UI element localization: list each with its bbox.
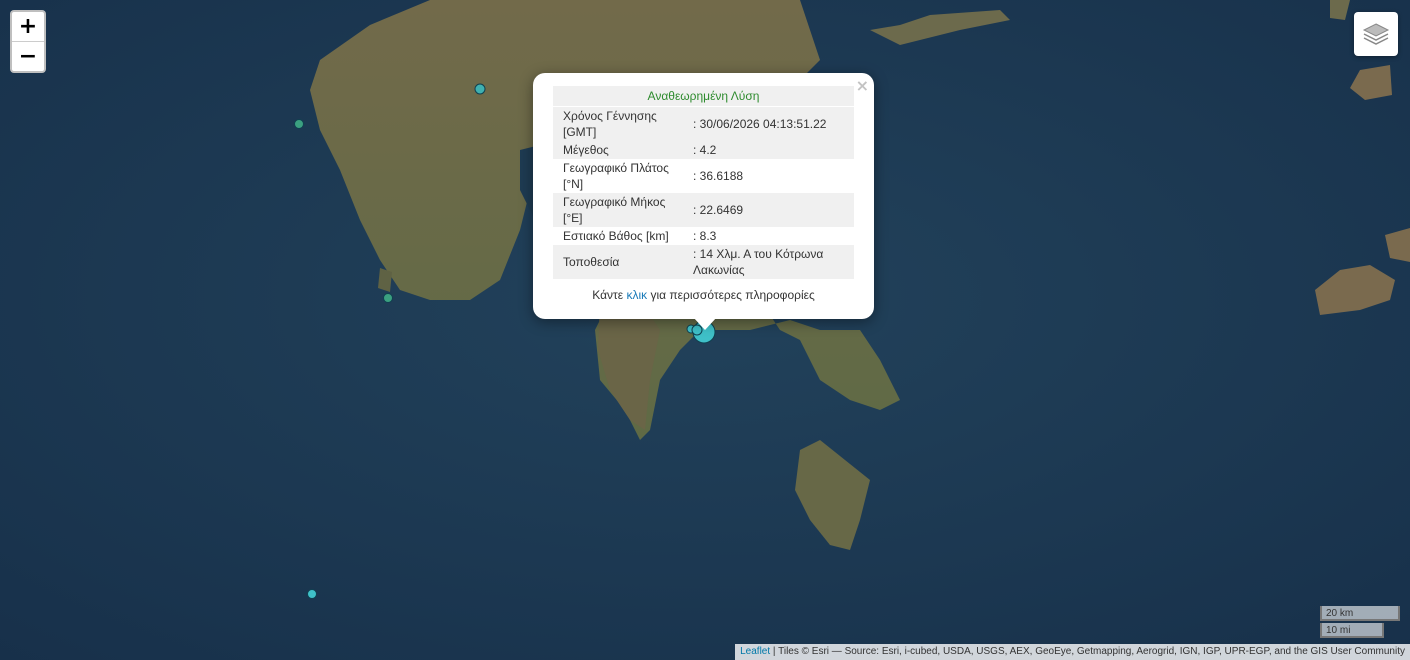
info-row-latitude: Γεωγραφικό Πλάτος [°N] : 36.6188	[553, 159, 854, 193]
earthquake-popup: × Αναθεωρημένη Λύση Χρόνος Γέννησης [GMT…	[533, 73, 874, 319]
more-info-suffix: για περισσότερες πληροφορίες	[647, 288, 815, 302]
info-key: Τοποθεσία	[553, 245, 691, 279]
info-value: : 30/06/2026 04:13:51.22	[691, 107, 854, 141]
attribution-text: | Tiles © Esri — Source: Esri, i-cubed, …	[770, 646, 1405, 657]
layers-icon	[1362, 23, 1390, 45]
info-key: Μέγεθος	[553, 141, 691, 159]
land-sapientza	[378, 268, 392, 292]
info-key: Χρόνος Γέννησης [GMT]	[553, 107, 691, 141]
popup-title: Αναθεωρημένη Λύση	[553, 86, 854, 106]
leaflet-link[interactable]: Leaflet	[740, 646, 770, 657]
earthquake-marker[interactable]	[307, 589, 317, 599]
more-info-link[interactable]: κλικ	[626, 288, 647, 302]
zoom-out-button[interactable]: −	[12, 41, 44, 71]
info-value: : 14 Χλμ. Α του Κότρωνα Λακωνίας	[691, 245, 854, 279]
info-row-origin-time: Χρόνος Γέννησης [GMT] : 30/06/2026 04:13…	[553, 107, 854, 141]
info-row-longitude: Γεωγραφικό Μήκος [°E] : 22.6469	[553, 193, 854, 227]
info-key: Εστιακό Βάθος [km]	[563, 229, 669, 243]
layers-button[interactable]	[1354, 12, 1398, 56]
info-key: Γεωγραφικό Πλάτος [°N]	[563, 161, 669, 191]
earthquake-info-table: Χρόνος Γέννησης [GMT] : 30/06/2026 04:13…	[553, 107, 854, 279]
info-value: : 22.6469	[691, 193, 854, 227]
info-value: : 8.3	[693, 229, 717, 243]
info-value: : 36.6188	[693, 169, 744, 183]
earthquake-marker[interactable]	[294, 119, 304, 129]
earthquake-marker[interactable]	[383, 293, 393, 303]
map-attribution: Leaflet | Tiles © Esri — Source: Esri, i…	[735, 644, 1410, 660]
scale-bar-mi: 10 mi	[1320, 623, 1384, 638]
info-value: : 4.2	[691, 141, 854, 159]
popup-close-button[interactable]: ×	[856, 76, 869, 95]
zoom-control: + −	[10, 10, 46, 73]
more-info-prefix: Κάντε	[592, 288, 627, 302]
info-row-magnitude: Μέγεθος : 4.2	[553, 141, 854, 159]
scale-bar-km: 20 km	[1320, 606, 1400, 621]
more-info-text: Κάντε κλικ για περισσότερες πληροφορίες	[533, 288, 874, 302]
popup-tip	[693, 317, 717, 330]
zoom-in-button[interactable]: +	[12, 12, 44, 41]
info-row-depth: Εστιακό Βάθος [km] : 8.3	[553, 227, 854, 245]
info-key: Γεωγραφικό Μήκος [°E]	[553, 193, 691, 227]
earthquake-marker[interactable]	[474, 83, 486, 95]
info-row-location: Τοποθεσία : 14 Χλμ. Α του Κότρωνα Λακωνί…	[553, 245, 854, 279]
